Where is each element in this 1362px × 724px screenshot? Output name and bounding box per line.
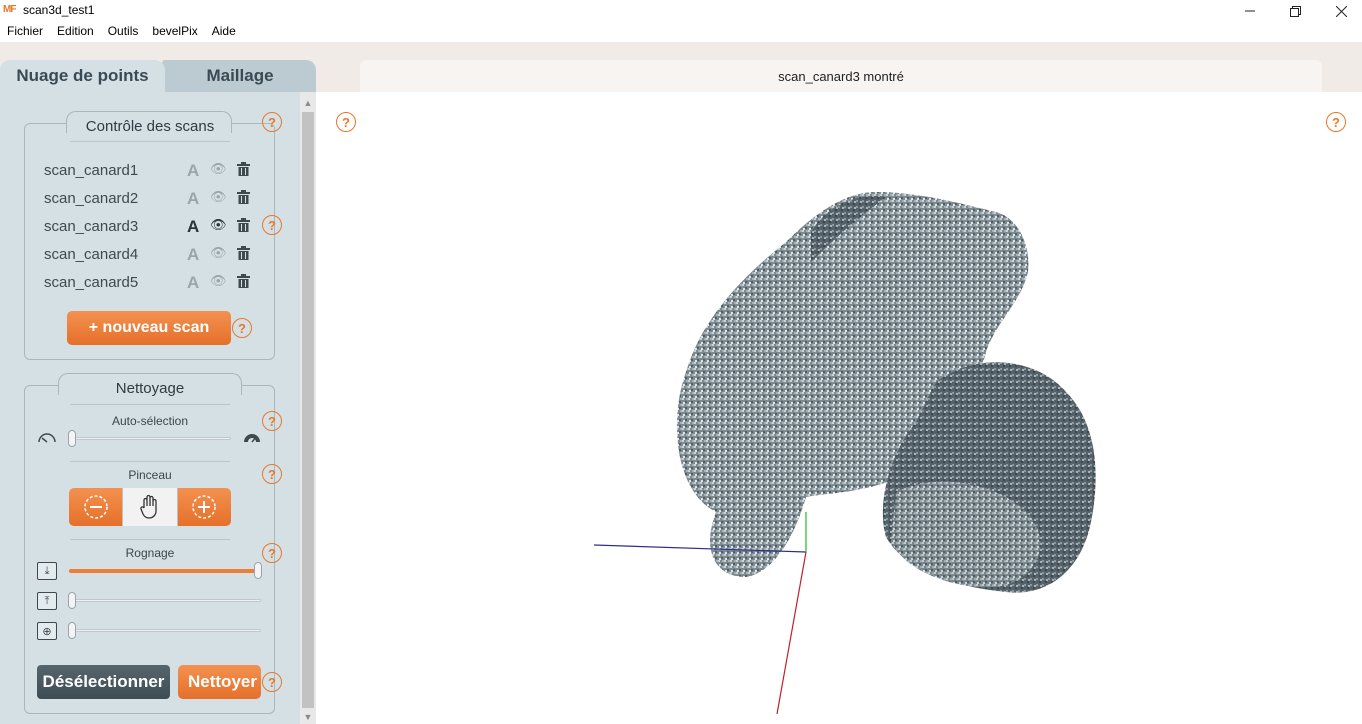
help-icon[interactable]: ? [262,411,282,431]
crop-bottom-slider[interactable] [69,599,261,602]
menu-bar: Fichier Edition Outils bevelPix Aide [0,22,1362,42]
scan-row-1[interactable]: scan_canard1 A 👁 [44,161,264,181]
auto-selection-slider[interactable] [69,437,231,440]
window-title: scan3d_test1 [23,3,95,17]
brush-label: Pinceau [128,468,172,482]
crop-label: Rognage [125,546,175,560]
eye-icon[interactable]: 👁 [210,217,227,233]
crop-top-fill [69,569,259,573]
label-icon[interactable]: A [187,245,199,265]
3d-viewport[interactable]: ? ? [316,92,1362,724]
tab-maillage[interactable]: Maillage [150,60,316,92]
axis-z-line [776,551,807,715]
scroll-down-icon[interactable]: ▼ [300,712,316,722]
menu-outils[interactable]: Outils [101,22,146,42]
eye-icon[interactable]: 👁 [210,273,227,289]
plus-circle-icon [192,495,217,519]
minimize-icon[interactable] [1227,0,1273,22]
scan-name: scan_canard4 [44,246,139,263]
menu-fichier[interactable]: Fichier [0,22,50,42]
label-icon[interactable]: A [187,161,199,181]
clean-button[interactable]: Nettoyer [178,665,261,699]
menu-aide[interactable]: Aide [205,22,243,42]
auto-select-high-icon[interactable] [242,430,262,446]
hand-icon [140,494,157,519]
label-icon[interactable]: A [187,189,199,209]
trash-icon[interactable] [237,190,250,204]
label-icon[interactable]: A [187,217,199,237]
divider [70,141,230,142]
crop-radial-thumb[interactable] [68,622,76,639]
brush-add-button[interactable] [177,488,231,526]
crop-radial-slider[interactable] [69,629,261,632]
divider [70,539,230,540]
trash-icon[interactable] [237,162,250,176]
scan-name: scan_canard5 [44,274,139,291]
point-cloud-render [593,192,1096,715]
new-scan-button[interactable]: + nouveau scan [67,311,231,345]
eye-icon[interactable]: 👁 [210,161,227,177]
scroll-up-icon[interactable]: ▲ [300,98,316,108]
scan-name: scan_canard3 [44,218,139,235]
crop-top-thumb[interactable] [254,562,262,579]
help-icon[interactable]: ? [262,543,282,563]
tab-nuage-de-points[interactable]: Nuage de points [0,60,165,92]
crop-radial-icon[interactable]: ⊕ [37,622,57,640]
trash-icon[interactable] [237,218,250,232]
scan-row-5[interactable]: scan_canard5 A 👁 [44,273,264,293]
help-icon[interactable]: ? [262,464,282,484]
trash-icon[interactable] [237,246,250,260]
scan-row-3[interactable]: scan_canard3 A 👁 [44,217,264,237]
eye-icon[interactable]: 👁 [210,245,227,261]
scan-control-title: Contrôle des scans [85,118,215,135]
brush-pan-button[interactable] [122,488,178,526]
scan-row-2[interactable]: scan_canard2 A 👁 [44,189,264,209]
eye-icon[interactable]: 👁 [210,189,227,205]
app-logo: MF [3,4,16,15]
crop-bottom-thumb[interactable] [68,592,76,609]
help-icon[interactable]: ? [232,318,252,338]
auto-selection-thumb[interactable] [68,430,76,447]
crop-top-icon[interactable]: ⤓ [37,562,57,580]
auto-select-low-icon[interactable] [37,430,57,446]
auto-selection-label: Auto-sélection [111,414,189,428]
viewport-title: scan_canard3 montré [360,60,1322,92]
menu-edition[interactable]: Edition [50,22,101,42]
trash-icon[interactable] [237,274,250,288]
scrollbar-thumb[interactable] [302,112,314,708]
minus-circle-icon [83,495,108,519]
divider [70,404,230,405]
menu-bevelpix[interactable]: bevelPix [145,22,204,42]
brush-remove-button[interactable] [69,488,123,526]
close-icon[interactable] [1318,0,1362,22]
help-icon[interactable]: ? [262,215,282,235]
deselect-button[interactable]: Désélectionner [37,665,170,699]
cleaning-title: Nettoyage [115,380,185,397]
divider [70,461,230,462]
restore-icon[interactable] [1272,0,1318,22]
scan-name: scan_canard2 [44,190,139,207]
label-icon[interactable]: A [187,273,199,293]
help-icon[interactable]: ? [262,112,282,132]
brush-toolbar [69,488,231,526]
help-icon[interactable]: ? [262,672,282,692]
title-bar: MF scan3d_test1 [0,0,1362,22]
crop-bottom-icon[interactable]: ⤒ [37,592,57,610]
scan-row-4[interactable]: scan_canard4 A 👁 [44,245,264,265]
scan-name: scan_canard1 [44,162,139,179]
